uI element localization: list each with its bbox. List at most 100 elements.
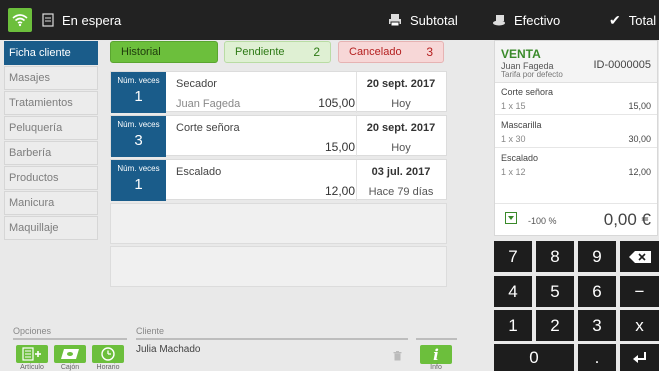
cash-icon bbox=[493, 15, 505, 26]
discount-percent: -100 % bbox=[528, 216, 557, 226]
key-5[interactable]: 5 bbox=[536, 276, 574, 307]
category-masajes[interactable]: Masajes bbox=[4, 66, 98, 90]
key-8[interactable]: 8 bbox=[536, 241, 574, 272]
add-article-icon bbox=[22, 347, 41, 361]
printer-icon bbox=[389, 14, 401, 27]
tab-cancelado-count: 3 bbox=[426, 45, 433, 59]
info-button[interactable]: i bbox=[420, 345, 452, 364]
service-amount: 105,00 bbox=[318, 96, 355, 110]
receipt-line[interactable]: Mascarilla 1 x 30 30,00 bbox=[495, 116, 657, 148]
key-1[interactable]: 1 bbox=[494, 310, 532, 341]
client-divider bbox=[136, 338, 408, 340]
tab-cancelado[interactable]: Cancelado 3 bbox=[338, 41, 444, 63]
receipt-total: 0,00 € bbox=[603, 210, 651, 229]
client-label: Cliente bbox=[136, 326, 165, 336]
category-tratamientos[interactable]: Tratamientos bbox=[4, 91, 98, 115]
receipt-line[interactable]: Corte señora 1 x 15 15,00 bbox=[495, 83, 657, 115]
key-0[interactable]: 0 bbox=[494, 344, 574, 371]
subtotal-label: Subtotal bbox=[410, 12, 458, 28]
subtotal-button[interactable]: Subtotal bbox=[388, 0, 458, 40]
times-badge: Núm. veces 3 bbox=[111, 116, 166, 157]
service-name: Secador bbox=[176, 78, 217, 90]
times-label: Núm. veces bbox=[117, 76, 160, 85]
key-4[interactable]: 4 bbox=[494, 276, 532, 307]
top-bar: En espera Subtotal Efectivo ✔ Total bbox=[0, 0, 659, 40]
times-value: 1 bbox=[134, 88, 143, 105]
tab-pendiente[interactable]: Pendiente 2 bbox=[224, 41, 331, 63]
total-label: Total bbox=[628, 12, 657, 28]
receipt-line[interactable]: Escalado 1 x 12 12,00 bbox=[495, 149, 657, 181]
key-7[interactable]: 7 bbox=[494, 241, 532, 272]
line-price: 30,00 bbox=[628, 134, 651, 144]
empty-row bbox=[110, 203, 447, 244]
schedule-button[interactable] bbox=[92, 345, 124, 363]
key-2[interactable]: 2 bbox=[536, 310, 574, 341]
clock-icon bbox=[101, 347, 115, 361]
backspace-key[interactable] bbox=[620, 241, 659, 272]
line-qty: 1 x 15 bbox=[501, 101, 526, 111]
key-3[interactable]: 3 bbox=[578, 310, 616, 341]
receipt-panel: VENTA Juan Fageda Tarifa por defecto ID-… bbox=[494, 40, 658, 236]
service-date: 20 sept. 2017 bbox=[366, 122, 436, 134]
line-name: Mascarilla bbox=[501, 120, 542, 130]
hold-label: En espera bbox=[62, 12, 122, 28]
times-label: Núm. veces bbox=[117, 120, 160, 129]
article-label: Artículo bbox=[20, 364, 44, 371]
category-ficha-cliente[interactable]: Ficha cliente bbox=[4, 41, 98, 65]
receipt-id: ID-0000005 bbox=[593, 59, 652, 71]
history-row[interactable]: Núm. veces 1 Secador Juan Fageda 105,00 … bbox=[110, 71, 447, 113]
divider bbox=[356, 72, 357, 113]
service-amount: 15,00 bbox=[324, 140, 355, 154]
line-price: 15,00 bbox=[628, 101, 651, 111]
service-amount: 12,00 bbox=[324, 184, 355, 198]
cash-drawer-icon bbox=[61, 349, 79, 359]
divider bbox=[356, 160, 357, 201]
service-relative-date: Hace 79 días bbox=[368, 186, 434, 198]
hold-icon bbox=[42, 13, 54, 27]
trash-icon[interactable] bbox=[393, 348, 402, 366]
tab-historial-label: Historial bbox=[121, 46, 161, 58]
options-label: Opciones bbox=[13, 326, 52, 336]
drawer-button[interactable] bbox=[54, 345, 86, 363]
service-date: 20 sept. 2017 bbox=[366, 78, 436, 90]
schedule-label: Horario bbox=[96, 364, 120, 371]
payment-label: Efectivo bbox=[514, 12, 561, 28]
service-name: Corte señora bbox=[176, 122, 240, 134]
pos-app: En espera Subtotal Efectivo ✔ Total Fich… bbox=[0, 0, 659, 371]
employee-name: Juan Fageda bbox=[176, 98, 241, 110]
key-6[interactable]: 6 bbox=[578, 276, 616, 307]
tab-pendiente-label: Pendiente bbox=[235, 46, 285, 58]
category-maquillaje[interactable]: Maquillaje bbox=[4, 216, 98, 240]
line-name: Escalado bbox=[501, 153, 539, 163]
key-decimal[interactable]: . bbox=[578, 344, 616, 371]
info-icon: i bbox=[433, 345, 439, 364]
times-value: 3 bbox=[134, 132, 143, 149]
tab-cancelado-label: Cancelado bbox=[349, 46, 402, 58]
service-relative-date: Hoy bbox=[391, 142, 411, 154]
hold-button[interactable]: En espera bbox=[42, 0, 121, 40]
key-minus[interactable]: − bbox=[620, 276, 659, 307]
category-barberia[interactable]: Barbería bbox=[4, 141, 98, 165]
history-row[interactable]: Núm. veces 3 Corte señora 15,00 20 sept.… bbox=[110, 115, 447, 157]
wifi-icon[interactable] bbox=[8, 8, 32, 32]
line-name: Corte señora bbox=[501, 87, 554, 97]
client-name[interactable]: Julia Machado bbox=[136, 344, 200, 355]
article-button[interactable] bbox=[16, 345, 48, 363]
service-relative-date: Hoy bbox=[391, 98, 411, 110]
checkmark-icon: ✔ bbox=[609, 11, 621, 28]
tab-historial[interactable]: Historial bbox=[110, 41, 218, 63]
times-badge: Núm. veces 1 bbox=[111, 72, 166, 113]
key-9[interactable]: 9 bbox=[578, 241, 616, 272]
enter-key[interactable] bbox=[620, 344, 659, 371]
times-value: 1 bbox=[134, 176, 143, 193]
payment-method-button[interactable]: Efectivo bbox=[492, 0, 560, 40]
discount-dropdown-icon[interactable] bbox=[505, 212, 517, 224]
category-manicura[interactable]: Manicura bbox=[4, 191, 98, 215]
key-multiply[interactable]: x bbox=[620, 310, 659, 341]
category-productos[interactable]: Productos bbox=[4, 166, 98, 190]
times-label: Núm. veces bbox=[117, 164, 160, 173]
line-qty: 1 x 12 bbox=[501, 167, 526, 177]
history-row[interactable]: Núm. veces 1 Escalado 12,00 03 jul. 2017… bbox=[110, 159, 447, 201]
category-peluqueria[interactable]: Peluquería bbox=[4, 116, 98, 140]
total-button[interactable]: ✔ Total bbox=[609, 0, 656, 40]
